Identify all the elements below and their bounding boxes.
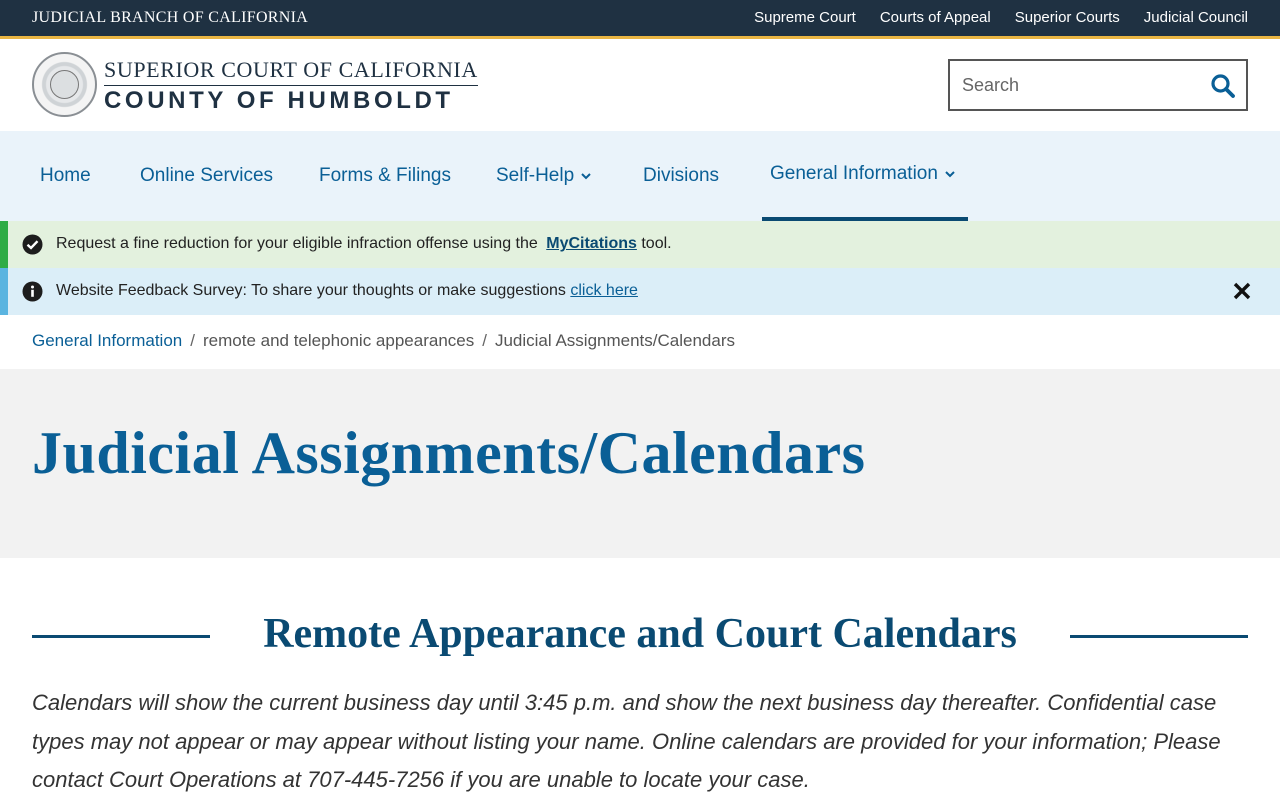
nav-general-information-label: General Information <box>770 163 938 184</box>
feedback-survey-text: Website Feedback Survey: To share your t… <box>56 282 638 300</box>
top-links: Supreme Court Courts of Appeal Superior … <box>754 9 1248 26</box>
court-name-line1[interactable]: SUPERIOR COURT OF CALIFORNIA <box>104 57 478 86</box>
mycitations-alert-text: Request a fine reduction for your eligib… <box>56 235 672 253</box>
search-box <box>948 59 1248 111</box>
nav-forms-filings-label: Forms & Filings <box>319 165 451 186</box>
courts-of-appeal-link[interactable]: Courts of Appeal <box>880 9 991 26</box>
main-nav: Home Online Services Forms & Filings Sel… <box>0 131 1280 221</box>
close-icon[interactable] <box>1232 281 1252 301</box>
check-circle-icon <box>22 234 43 255</box>
nav-self-help-label: Self-Help <box>496 165 575 186</box>
calendar-notice-text: Calendars will show the current business… <box>32 690 1221 792</box>
nav-divisions-label: Divisions <box>643 165 720 186</box>
nav-home[interactable]: Home <box>32 131 99 221</box>
info-circle-icon <box>22 281 43 302</box>
seal-center <box>50 70 79 99</box>
section-heading: Remote Appearance and Court Calendars <box>263 611 1017 657</box>
nav-divisions[interactable]: Divisions <box>635 131 727 221</box>
supreme-court-link[interactable]: Supreme Court <box>754 9 856 26</box>
search-input[interactable] <box>962 73 1202 97</box>
breadcrumb-remote-appearances[interactable]: remote and telephonic appearances <box>203 331 474 350</box>
top-utility-bar: JUDICIAL BRANCH OF CALIFORNIA Supreme Co… <box>0 0 1280 36</box>
mycitations-text-after: tool. <box>636 235 672 252</box>
page-title: Judicial Assignments/Calendars <box>32 420 866 486</box>
breadcrumb: General Information / remote and telephoni… <box>32 331 735 351</box>
breadcrumb-separator: / <box>190 331 195 350</box>
site-header: SUPERIOR COURT OF CALIFORNIA COUNTY OF H… <box>0 39 1280 131</box>
superior-courts-link[interactable]: Superior Courts <box>1015 9 1120 26</box>
feedback-survey-link[interactable]: click here <box>570 282 638 299</box>
mycitations-alert: Request a fine reduction for your eligib… <box>0 221 1280 268</box>
feedback-survey-message: Website Feedback Survey: To share your t… <box>56 282 571 299</box>
court-name-line2[interactable]: COUNTY OF HUMBOLDT <box>104 87 454 115</box>
feedback-survey-alert: Website Feedback Survey: To share your t… <box>0 268 1280 315</box>
judicial-council-link[interactable]: Judicial Council <box>1144 9 1248 26</box>
nav-general-information[interactable]: General Information <box>762 131 968 221</box>
section-heading-block: Remote Appearance and Court Calendars <box>32 608 1248 664</box>
breadcrumb-separator: / <box>482 331 487 350</box>
nav-online-services[interactable]: Online Services <box>132 131 281 221</box>
heading-rule-right <box>1070 635 1248 638</box>
judicial-branch-link[interactable]: JUDICIAL BRANCH OF CALIFORNIA <box>32 9 308 27</box>
mycitations-link[interactable]: MyCitations <box>546 235 637 252</box>
mycitations-text-before: Request a fine reduction for your eligib… <box>56 235 543 252</box>
page-hero: Judicial Assignments/Calendars <box>0 369 1280 558</box>
breadcrumb-general-information[interactable]: General Information <box>32 331 182 350</box>
nav-forms-filings[interactable]: Forms & Filings <box>311 131 459 221</box>
chevron-down-icon <box>581 173 591 180</box>
court-seal-logo[interactable] <box>32 52 97 117</box>
breadcrumb-current-page: Judicial Assignments/Calendars <box>494 331 735 350</box>
nav-home-label: Home <box>40 165 91 186</box>
search-icon[interactable] <box>1210 73 1236 99</box>
nav-online-services-label: Online Services <box>140 165 274 186</box>
nav-self-help[interactable]: Self-Help <box>488 131 600 221</box>
chevron-down-icon <box>945 171 955 178</box>
